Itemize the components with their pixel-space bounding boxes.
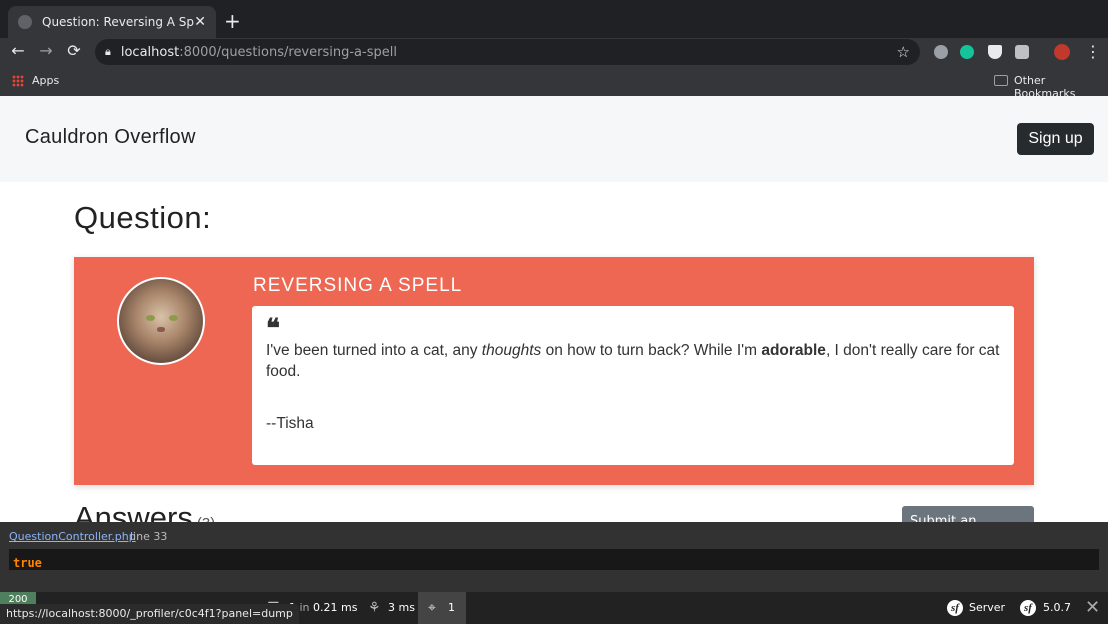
dump-panel: QuestionController.php line 33 true [0,522,1108,592]
twig-stats[interactable]: 1 in 0.21 ms [289,601,357,614]
question-title: REVERSING A SPELL [253,275,463,296]
url-host: localhost [120,44,180,60]
quote-icon: ❝ [266,314,280,343]
symfony-version[interactable]: 5.0.7 [1043,601,1071,614]
site-brand[interactable]: Cauldron Overflow [25,126,196,149]
close-tab-icon[interactable]: ✕ [194,14,206,30]
dump-count: 1 [448,601,455,614]
url-path: :8000/questions/reversing-a-spell [179,44,397,60]
lock-icon: 🔒︎ [105,45,111,58]
dump-toolbar-item[interactable]: ⌖ 1 [418,592,466,624]
dump-line-number: line 33 [130,530,168,543]
browser-menu-icon[interactable]: ⋮ [1085,42,1101,61]
body-text: I've been turned into a cat, any [266,342,482,359]
apps-bookmark[interactable]: Apps [32,74,59,87]
twig-in: in [299,601,310,614]
browser-toolbar: ← → ⟳ 🔒︎ localhost:8000/questions/revers… [0,38,1108,66]
body-text: on how to turn back? While I'm [541,342,762,359]
extension-icon[interactable] [934,45,948,59]
folder-icon [994,75,1008,86]
reload-button[interactable]: ⟳ [64,41,84,60]
cat-nose [157,327,165,332]
dump-value: true [13,556,42,570]
site-navbar: Cauldron Overflow Sign up [0,96,1108,182]
init-time[interactable]: 3 ms [388,601,415,614]
question-quote: ❝ I've been turned into a cat, any thoug… [252,306,1014,465]
twig-time: 0.21 ms [313,601,358,614]
dump-value-box: true [9,549,1099,570]
cat-eye [146,315,155,321]
question-author: --Tisha [266,415,314,432]
dump-file-link[interactable]: QuestionController.php [9,530,136,543]
bookmarks-bar: Apps Other Bookmarks [0,66,1108,100]
globe-icon [18,15,32,29]
page-content: Cauldron Overflow Sign up Question: REVE… [0,96,1108,524]
close-toolbar-icon[interactable]: ✕ [1085,597,1100,618]
page-title: Question: [74,200,212,235]
back-button[interactable]: ← [8,41,28,60]
signup-button[interactable]: Sign up [1017,123,1094,155]
symfony-logo-icon: sf [1020,600,1036,616]
server-label[interactable]: Server [969,601,1005,614]
cat-avatar [117,277,205,365]
flame-icon[interactable] [988,45,1002,59]
camera-icon[interactable] [1015,45,1029,59]
browser-tabstrip: Question: Reversing A Spell ✕ + [0,0,1108,38]
new-tab-button[interactable]: + [224,9,241,33]
question-card: REVERSING A SPELL ❝ I've been turned int… [74,257,1034,485]
tab-title: Question: Reversing A Spell [42,15,195,29]
answers-label: Answers [74,500,193,524]
question-body: I've been turned into a cat, any thought… [266,340,1000,382]
crosshair-icon: ⌖ [428,600,436,616]
answers-heading: Answers (3) [74,500,215,524]
browser-tab[interactable]: Question: Reversing A Spell ✕ [8,6,216,38]
apps-grid-icon[interactable] [12,75,24,87]
forward-button[interactable]: → [36,41,56,60]
init-time-icon[interactable]: ⚘ [368,600,381,616]
address-bar[interactable]: 🔒︎ localhost:8000/questions/reversing-a-… [95,39,920,65]
symfony-logo-icon: sf [947,600,963,616]
bookmark-star-icon[interactable]: ☆ [897,43,910,61]
profile-avatar[interactable] [1054,44,1070,60]
cat-eye [169,315,178,321]
body-strong: adorable [761,342,826,359]
grammarly-icon[interactable] [960,45,974,59]
body-emphasis: thoughts [481,342,542,359]
link-status-url: https://localhost:8000/_profiler/c0c4f1?… [0,604,299,624]
